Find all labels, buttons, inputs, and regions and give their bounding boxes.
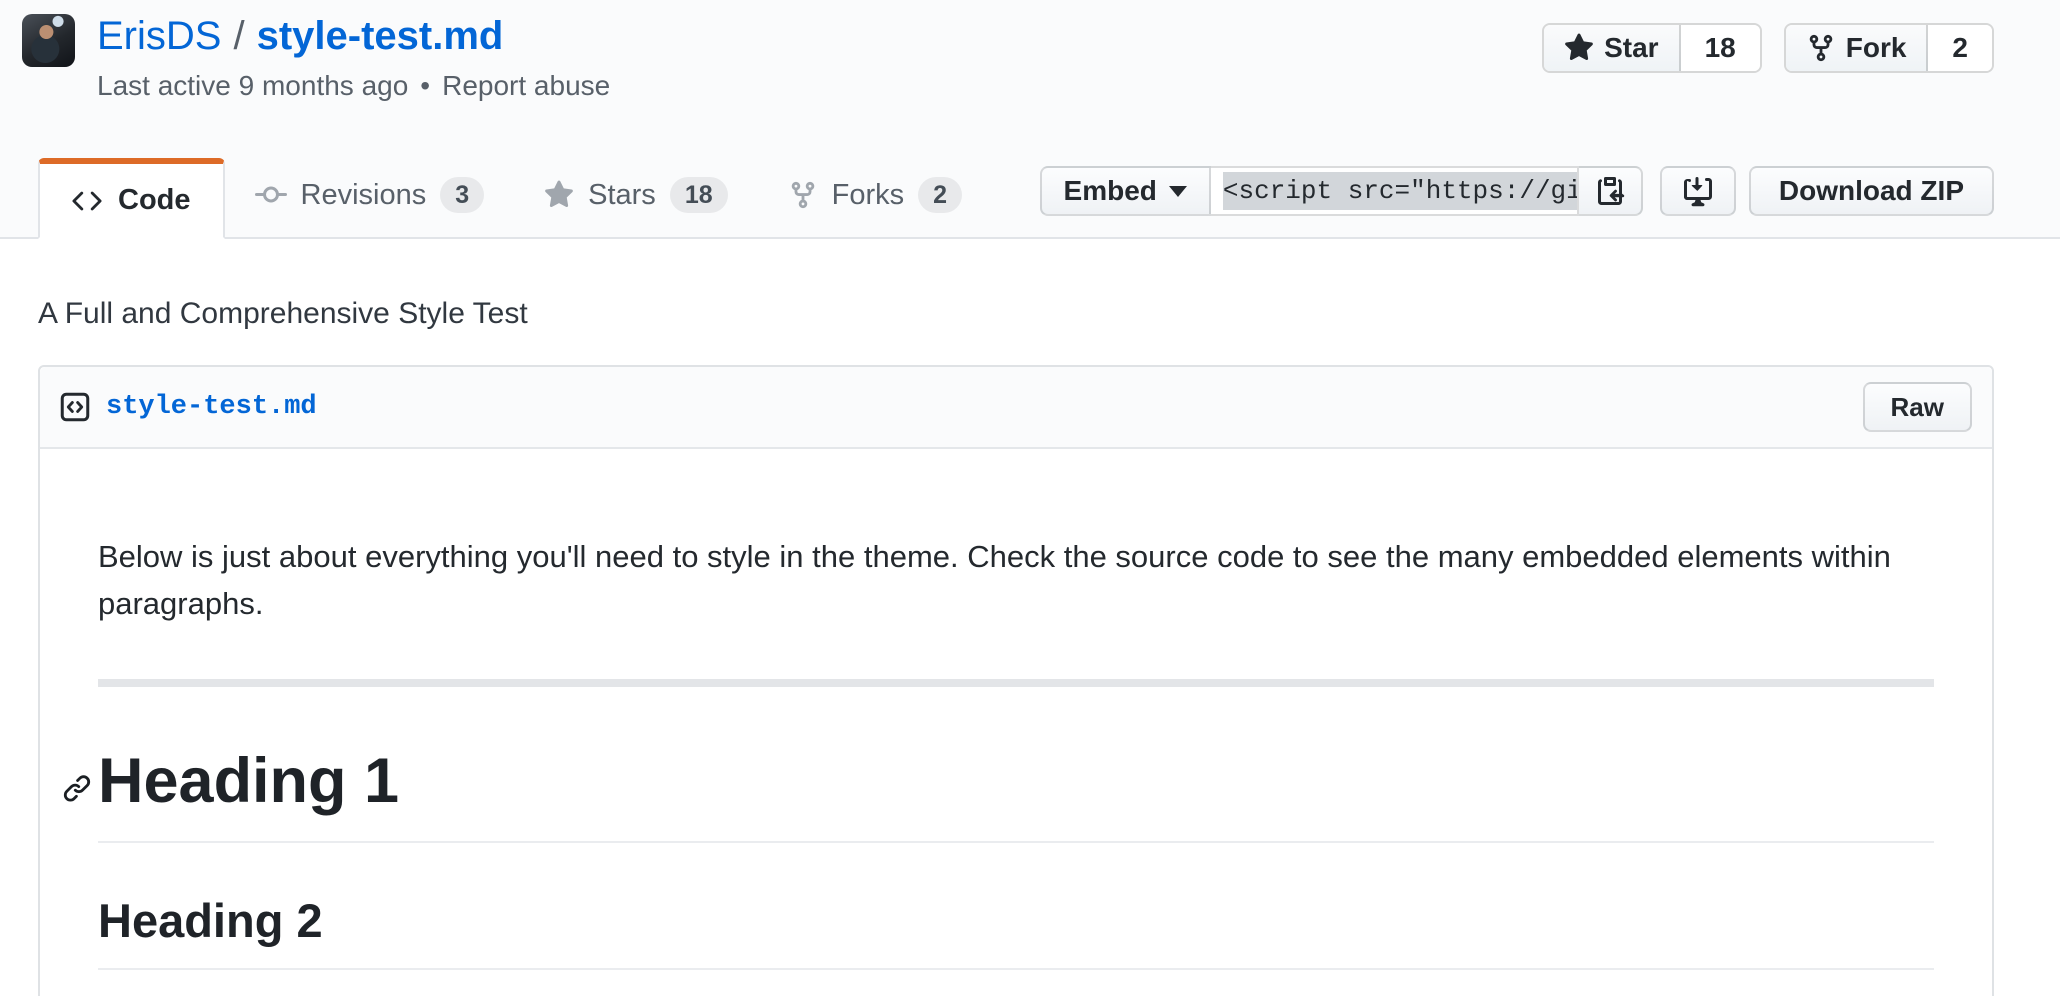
heading-1-text: Heading 1: [98, 746, 399, 816]
download-gist-button[interactable]: [1660, 166, 1736, 216]
markdown-body: Below is just about everything you'll ne…: [40, 449, 1992, 996]
file-name-link[interactable]: style-test.md: [106, 392, 317, 422]
tab-revisions-label: Revisions: [301, 179, 427, 212]
title-block: ErisDS / style-test.md Last active 9 mon…: [97, 14, 610, 102]
meta-bullet: •: [420, 70, 430, 102]
tab-forks-count: 2: [918, 177, 962, 213]
star-icon: [1564, 33, 1594, 63]
tab-stars[interactable]: Stars 18: [514, 177, 758, 239]
heading-1: Heading 1: [98, 743, 1934, 843]
embed-dropdown-label: Embed: [1064, 175, 1157, 207]
tab-forks[interactable]: Forks 2: [758, 177, 992, 239]
fork-count[interactable]: 2: [1928, 25, 1992, 71]
tab-stars-label: Stars: [588, 179, 656, 212]
tab-code[interactable]: Code: [38, 158, 225, 239]
gist-meta: Last active 9 months ago • Report abuse: [97, 70, 610, 102]
gist-filename-link[interactable]: style-test.md: [257, 14, 504, 58]
intro-paragraph: Below is just about everything you'll ne…: [98, 533, 1934, 627]
fork-icon: [788, 180, 818, 210]
owner-link[interactable]: ErisDS: [97, 14, 221, 58]
gist-actions: Embed <script src="https://gist. Downloa…: [1040, 166, 1994, 216]
file-header: style-test.md Raw: [40, 367, 1992, 449]
code-file-icon: [60, 392, 90, 422]
star-button-label: Star: [1604, 32, 1658, 64]
code-icon: [72, 186, 102, 216]
horizontal-rule: [98, 679, 1934, 687]
copy-to-clipboard-button[interactable]: [1579, 166, 1643, 216]
star-icon: [544, 180, 574, 210]
social-buttons: Star 18 Fork 2: [1542, 14, 1994, 73]
tab-revisions-count: 3: [440, 177, 484, 213]
fork-button-label: Fork: [1846, 32, 1907, 64]
clipboard-copy-icon: [1594, 175, 1626, 207]
star-count[interactable]: 18: [1681, 25, 1760, 71]
tab-stars-count: 18: [670, 177, 728, 213]
tab-code-label: Code: [118, 184, 191, 217]
file-box: style-test.md Raw Below is just about ev…: [38, 365, 1994, 996]
star-button[interactable]: Star 18: [1542, 23, 1762, 73]
desktop-download-icon: [1682, 175, 1714, 207]
gist-title: ErisDS / style-test.md: [97, 14, 610, 58]
download-zip-button[interactable]: Download ZIP: [1749, 166, 1994, 216]
gist-description: A Full and Comprehensive Style Test: [38, 239, 1994, 365]
embed-dropdown-button[interactable]: Embed: [1040, 166, 1211, 216]
avatar[interactable]: [22, 14, 75, 67]
tab-bar: Code Revisions 3 Stars 18 Forks 2: [38, 158, 992, 239]
anchor-link-icon[interactable]: [62, 773, 92, 803]
gist-header: ErisDS / style-test.md Last active 9 mon…: [22, 14, 1994, 102]
fork-button[interactable]: Fork 2: [1784, 23, 1994, 73]
commit-icon: [255, 179, 287, 211]
embed-url-input[interactable]: <script src="https://gist.: [1211, 166, 1579, 216]
heading-2: Heading 2: [98, 891, 1934, 970]
raw-button-label: Raw: [1891, 392, 1944, 423]
embed-url-value: <script src="https://gist.: [1223, 172, 1579, 210]
tab-revisions[interactable]: Revisions 3: [225, 177, 515, 239]
report-abuse-link[interactable]: Report abuse: [442, 70, 610, 102]
download-zip-label: Download ZIP: [1779, 175, 1964, 207]
raw-button[interactable]: Raw: [1863, 382, 1972, 432]
tab-forks-label: Forks: [832, 179, 905, 212]
last-active-text: Last active 9 months ago: [97, 70, 408, 102]
main-content: A Full and Comprehensive Style Test styl…: [38, 239, 1994, 996]
fork-icon: [1806, 33, 1836, 63]
chevron-down-icon: [1169, 186, 1187, 197]
title-separator: /: [233, 14, 244, 58]
heading-2-text: Heading 2: [98, 894, 323, 947]
page-header-band: ErisDS / style-test.md Last active 9 mon…: [0, 0, 2060, 239]
